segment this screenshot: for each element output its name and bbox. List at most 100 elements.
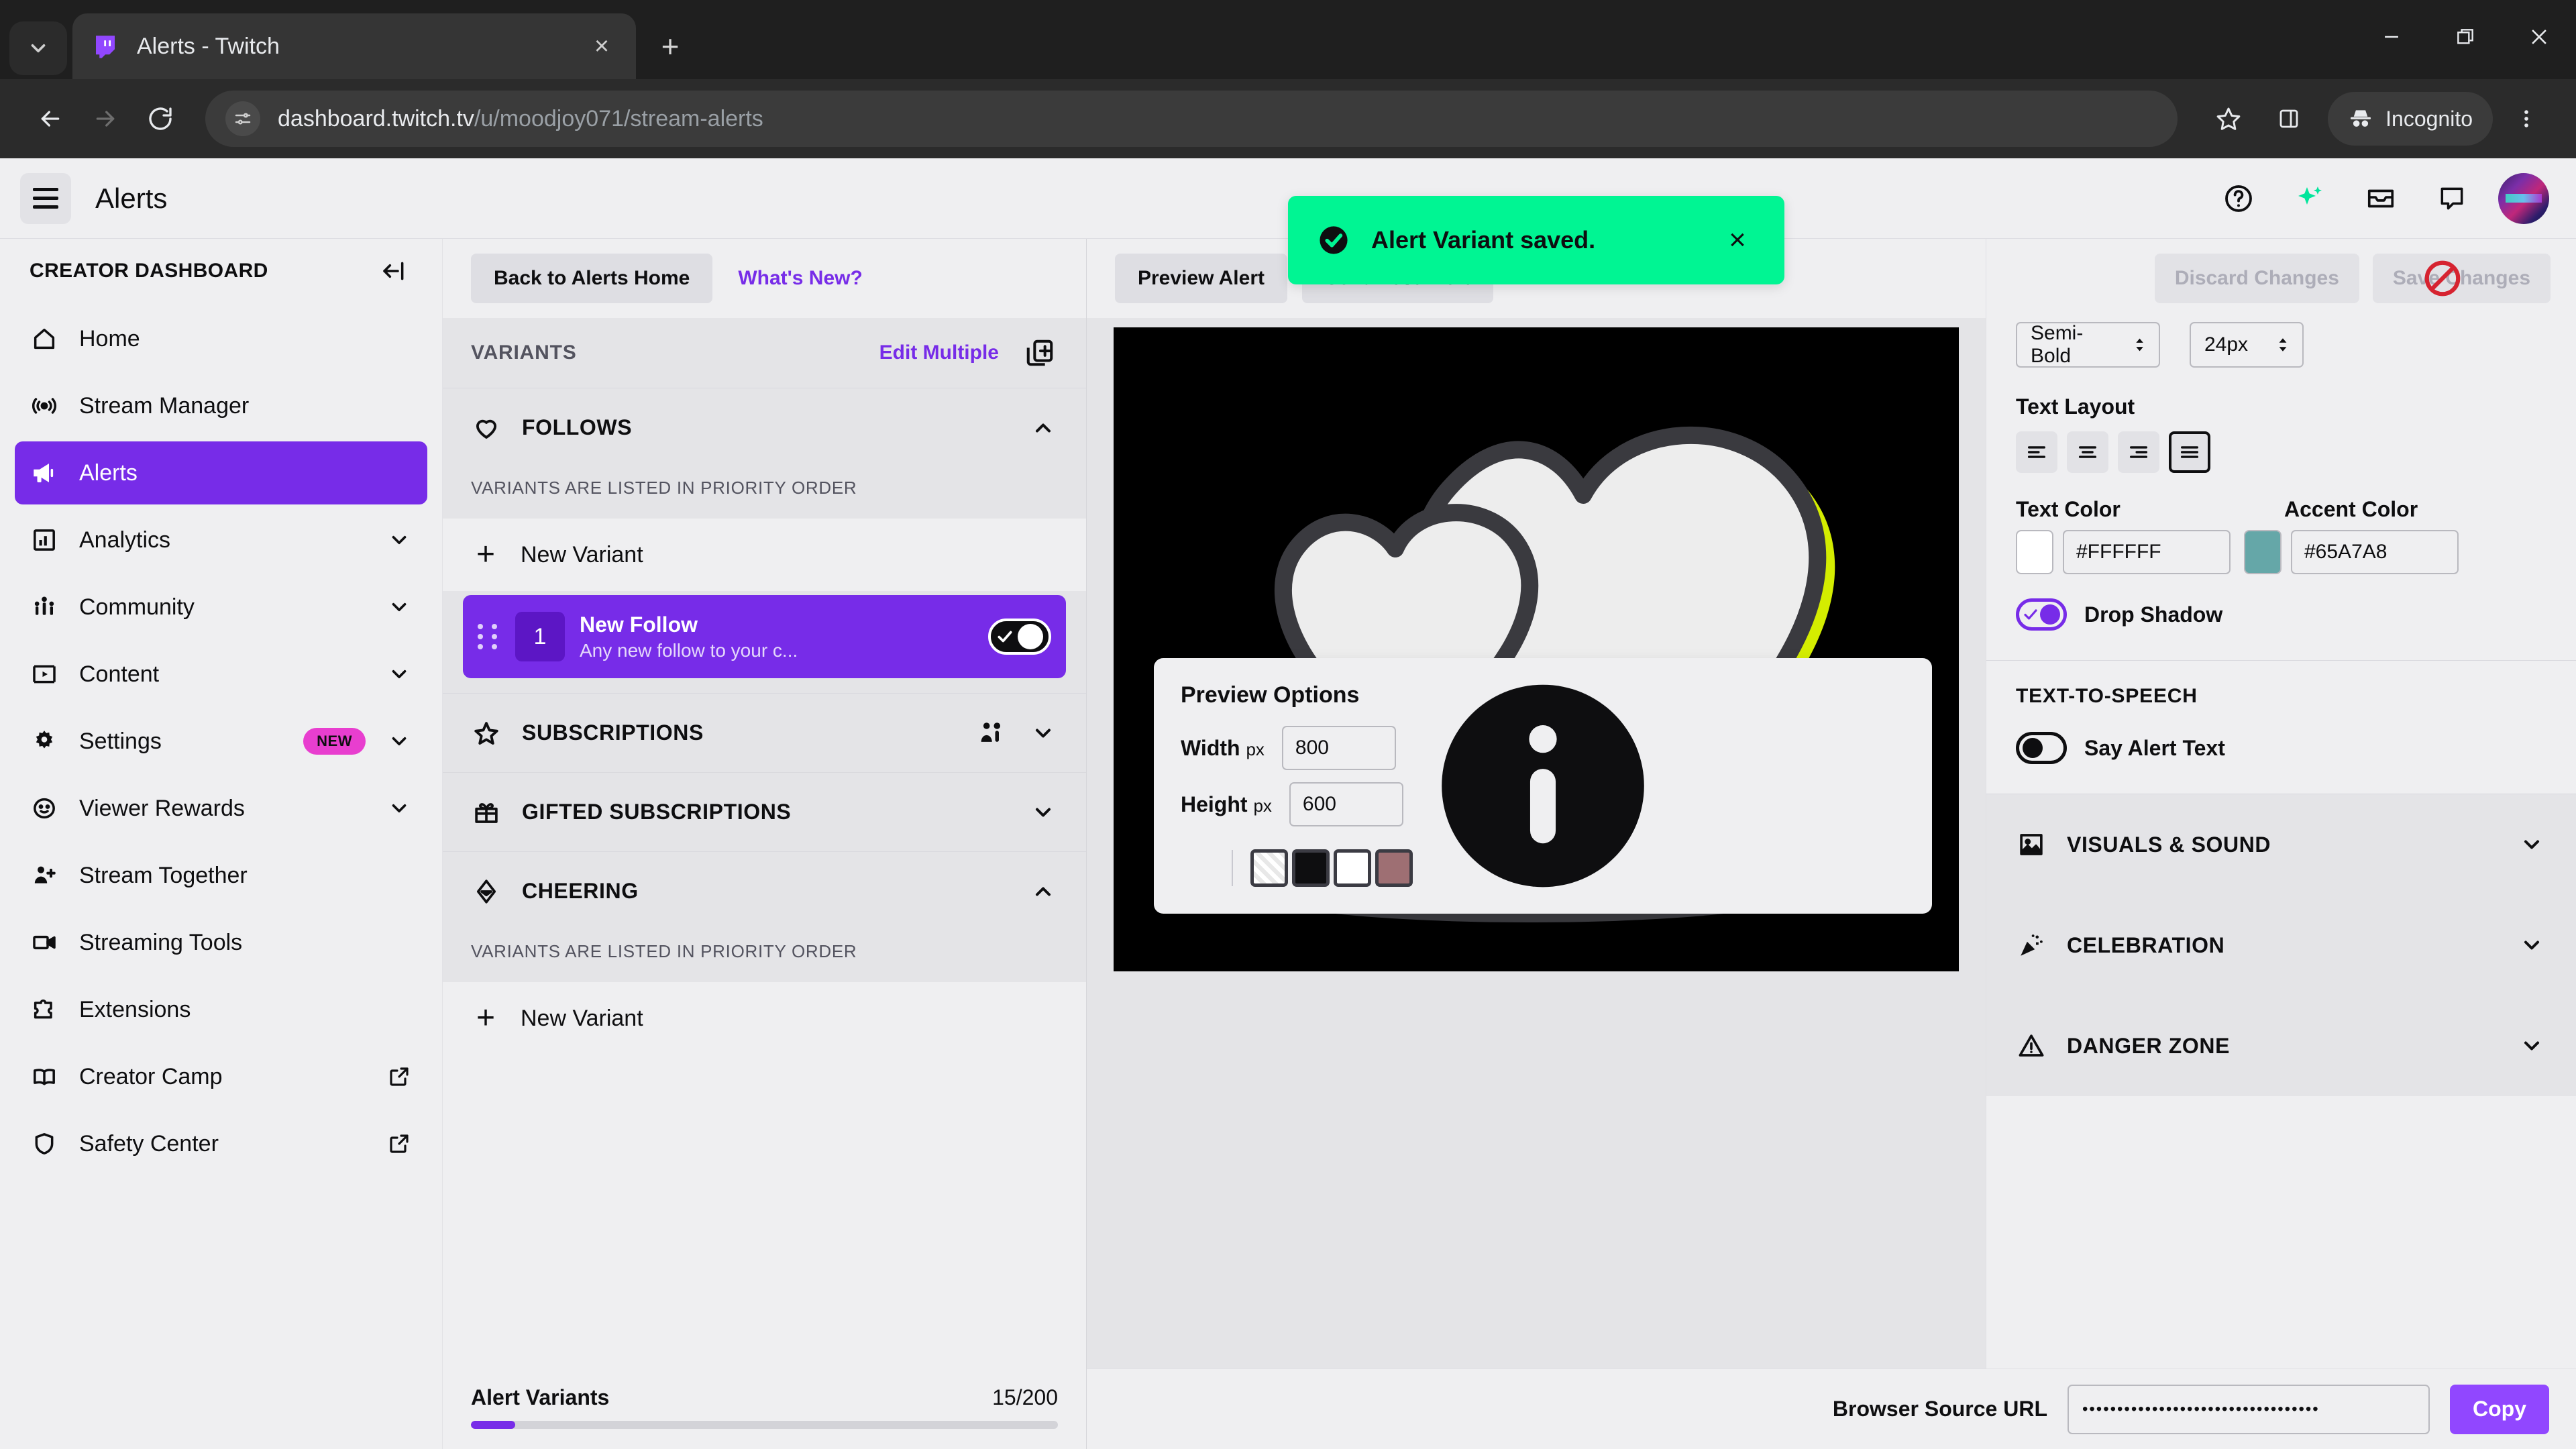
chevron-down-icon[interactable] (2517, 830, 2546, 859)
variant-enabled-toggle[interactable] (988, 619, 1051, 655)
help-icon[interactable] (2212, 172, 2265, 225)
settings-accordion: VISUALS & SOUND CELEBRATION DANGER ZONE (1986, 794, 2576, 1096)
sidebar-item-viewer-rewards[interactable]: Viewer Rewards (15, 777, 427, 840)
alert-preview-stage[interactable]: Preview Options Width px Height px (1114, 327, 1959, 971)
section-label: VISUALS & SOUND (2067, 832, 2271, 857)
chevron-down-icon[interactable] (2517, 930, 2546, 960)
font-weight-select[interactable]: Semi-Bold (2016, 322, 2160, 368)
sidebar-item-home[interactable]: Home (15, 307, 427, 370)
text-color-swatch[interactable] (2016, 530, 2053, 574)
external-link-icon[interactable] (386, 1063, 413, 1090)
copy-button[interactable]: Copy (2450, 1384, 2549, 1434)
align-right-icon[interactable] (2118, 431, 2159, 473)
sidebar-item-community[interactable]: Community (15, 576, 427, 639)
forward-button[interactable] (78, 91, 133, 146)
sidebar-header: CREATOR DASHBOARD (0, 239, 442, 303)
new-variant-label: New Variant (521, 1005, 643, 1031)
sidebar-item-creator-camp[interactable]: Creator Camp (15, 1045, 427, 1108)
chevron-down-icon[interactable] (386, 728, 413, 755)
maximize-icon[interactable] (2428, 0, 2502, 74)
chevron-down-icon[interactable] (386, 795, 413, 822)
broadcast-icon (30, 391, 59, 421)
align-justify-icon[interactable] (2169, 431, 2210, 473)
chevron-down-icon[interactable] (1028, 798, 1058, 827)
sparkle-icon[interactable] (2284, 172, 2336, 225)
section-visuals-and-sound[interactable]: VISUALS & SOUND (1986, 794, 2576, 895)
text-color-label: Text Color (2016, 497, 2121, 521)
category-subscriptions[interactable]: SUBSCRIPTIONS (443, 693, 1086, 772)
browser-window: Alerts - Twitch × + dashboard.twitch.tv/… (0, 0, 2576, 1449)
avatar[interactable] (2498, 172, 2549, 224)
back-button[interactable] (23, 91, 78, 146)
close-icon[interactable]: × (1719, 221, 1756, 259)
sidebar-item-analytics[interactable]: Analytics (15, 508, 427, 572)
chevron-down-icon[interactable] (386, 661, 413, 688)
incognito-indicator[interactable]: Incognito (2328, 92, 2493, 146)
close-icon[interactable]: × (585, 30, 619, 63)
section-danger-zone[interactable]: DANGER ZONE (1986, 996, 2576, 1096)
menu-icon[interactable] (20, 172, 71, 224)
chevron-up-icon[interactable] (1028, 877, 1058, 906)
chevron-down-icon[interactable] (1028, 718, 1058, 748)
sidebar-item-stream-together[interactable]: Stream Together (15, 844, 427, 907)
chevron-down-icon[interactable] (2517, 1031, 2546, 1061)
site-settings-icon[interactable] (225, 101, 260, 136)
bookmark-star-icon[interactable] (2202, 92, 2255, 146)
sidebar-item-alerts[interactable]: Alerts (15, 441, 427, 504)
close-icon[interactable] (2502, 0, 2576, 74)
font-size-select[interactable]: 24px (2190, 322, 2304, 368)
sidebar-item-settings[interactable]: Settings NEW (15, 710, 427, 773)
new-variant-follows-button[interactable]: + New Variant (443, 519, 1086, 591)
external-link-icon[interactable] (386, 1130, 413, 1157)
side-panel-icon[interactable] (2262, 92, 2316, 146)
align-center-icon[interactable] (2067, 431, 2108, 473)
sidebar-item-safety-center[interactable]: Safety Center (15, 1112, 427, 1175)
chevron-down-icon[interactable] (386, 594, 413, 621)
align-left-icon[interactable] (2016, 431, 2057, 473)
browser-source-url-input[interactable] (2068, 1384, 2430, 1434)
sidebar-item-extensions[interactable]: Extensions (15, 978, 427, 1041)
warning-triangle-icon (2016, 1030, 2047, 1061)
duplicate-add-icon[interactable] (1022, 335, 1058, 371)
collapse-sidebar-icon[interactable] (376, 253, 413, 289)
discard-changes-button[interactable]: Discard Changes (2154, 254, 2359, 303)
text-color-input[interactable] (2063, 530, 2231, 574)
whispers-icon[interactable] (2426, 172, 2478, 225)
edit-multiple-link[interactable]: Edit Multiple (879, 341, 999, 364)
inbox-icon[interactable] (2355, 172, 2407, 225)
preview-column: Preview Alert Send Test Alert Alert Vari… (1087, 196, 1986, 1449)
color-inputs-row (1986, 530, 2576, 574)
accent-color-swatch[interactable] (2244, 530, 2282, 574)
whats-new-link[interactable]: What's New? (719, 254, 881, 303)
new-tab-button[interactable]: + (647, 23, 694, 70)
info-icon[interactable] (1181, 684, 1644, 888)
say-alert-text-toggle[interactable] (2016, 732, 2067, 764)
reload-button[interactable] (133, 91, 188, 146)
section-label: CELEBRATION (2067, 932, 2225, 957)
minimize-icon[interactable] (2355, 0, 2428, 74)
resub-people-icon (975, 716, 1008, 750)
accent-color-input[interactable] (2291, 530, 2459, 574)
section-celebration[interactable]: CELEBRATION (1986, 895, 2576, 996)
sidebar-item-streaming-tools[interactable]: Streaming Tools (15, 911, 427, 974)
sidebar-item-content[interactable]: Content (15, 643, 427, 706)
variant-card-new-follow[interactable]: 1 New Follow Any new follow to your c... (463, 595, 1066, 678)
chevron-up-icon[interactable] (1028, 413, 1058, 443)
category-cheering[interactable]: CHEERING (443, 851, 1086, 930)
category-follows[interactable]: FOLLOWS (443, 388, 1086, 467)
browser-source-url-label: Browser Source URL (1832, 1397, 2047, 1421)
category-gifted-subscriptions[interactable]: GIFTED SUBSCRIPTIONS (443, 772, 1086, 851)
chrome-menu-icon[interactable] (2500, 92, 2553, 146)
camcorder-icon (30, 928, 59, 957)
check-icon (998, 631, 1012, 643)
preview-alert-button[interactable]: Preview Alert (1115, 254, 1287, 303)
drop-shadow-toggle[interactable] (2016, 598, 2067, 631)
back-to-alerts-home-button[interactable]: Back to Alerts Home (471, 254, 713, 303)
tab-search-button[interactable] (9, 21, 67, 75)
chevron-down-icon[interactable] (386, 527, 413, 553)
sidebar-item-stream-manager[interactable]: Stream Manager (15, 374, 427, 437)
new-variant-cheering-button[interactable]: + New Variant (443, 982, 1086, 1055)
drag-handle-icon[interactable] (478, 616, 500, 657)
address-bar[interactable]: dashboard.twitch.tv/u/moodjoy071/stream-… (205, 91, 2178, 147)
browser-tab[interactable]: Alerts - Twitch × (72, 13, 636, 79)
